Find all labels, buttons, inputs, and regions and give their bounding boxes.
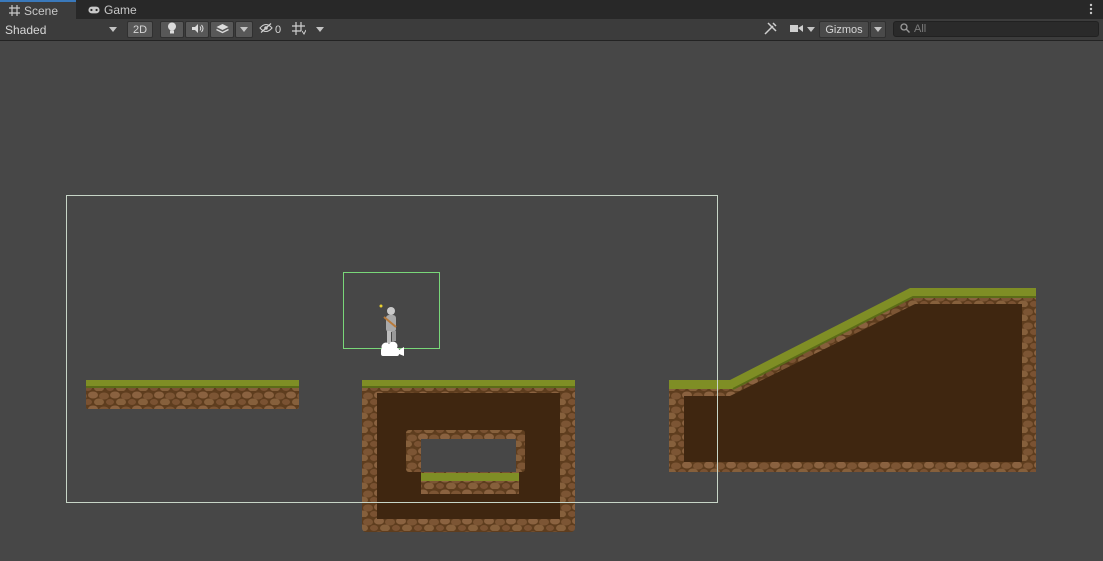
chevron-down-icon <box>109 27 117 32</box>
light-bulb-icon <box>167 22 177 37</box>
grid-icon <box>8 5 20 17</box>
gizmos-button[interactable]: Gizmos <box>819 21 869 38</box>
hidden-objects-toggle[interactable]: 0 <box>255 21 285 38</box>
grass-platform-left[interactable] <box>86 380 299 409</box>
gizmos-dropdown[interactable] <box>870 21 886 38</box>
gizmos-label: Gizmos <box>825 23 863 36</box>
hierarchy-search[interactable] <box>893 21 1099 37</box>
chevron-down-icon <box>874 27 882 32</box>
search-input[interactable] <box>914 23 1084 35</box>
grass-slope-hill[interactable] <box>669 288 1036 472</box>
hidden-objects-count: 0 <box>274 23 282 36</box>
more-options-icon[interactable] <box>1087 2 1095 16</box>
toggle-2d-button[interactable]: 2D <box>127 21 153 38</box>
effects-dropdown-button[interactable] <box>235 21 253 38</box>
draw-mode-dropdown[interactable]: Shaded <box>2 21 120 38</box>
tools-button[interactable] <box>758 21 782 38</box>
player-character[interactable] <box>379 304 397 344</box>
toggle-2d-label: 2D <box>132 23 148 36</box>
window-tab-bar: Scene Game <box>0 0 1103 20</box>
scene-viewport[interactable] <box>0 41 1103 561</box>
tools-icon <box>763 21 777 38</box>
chevron-down-icon <box>806 27 815 32</box>
scene-canvas[interactable] <box>0 41 1103 561</box>
chevron-down-icon <box>316 27 324 32</box>
grid-snap-icon <box>292 21 307 38</box>
eye-crossed-icon <box>259 23 273 36</box>
tab-game[interactable]: Game <box>80 0 144 19</box>
effects-toggle-button[interactable] <box>210 21 234 38</box>
tab-game-label: Game <box>104 2 137 17</box>
audio-toggle-button[interactable] <box>185 21 209 38</box>
speaker-icon <box>191 23 204 37</box>
draw-mode-label: Shaded <box>5 22 47 37</box>
tab-scene-label: Scene <box>24 3 59 18</box>
grid-snap-dropdown[interactable] <box>312 21 328 38</box>
camera-icon <box>789 24 803 36</box>
grid-snap-toggle[interactable] <box>288 21 310 38</box>
chevron-down-icon <box>240 27 248 32</box>
lighting-toggle-button[interactable] <box>160 21 184 38</box>
scene-toolbar: Shaded 2D 0 Gizmos All <box>0 19 1103 41</box>
tab-scene[interactable]: Scene <box>0 0 76 19</box>
ground-pit-block[interactable] <box>362 380 575 532</box>
camera-settings-dropdown[interactable] <box>786 21 818 38</box>
search-icon <box>900 22 910 36</box>
layers-stack-icon <box>215 23 229 37</box>
gamepad-icon <box>88 4 100 16</box>
